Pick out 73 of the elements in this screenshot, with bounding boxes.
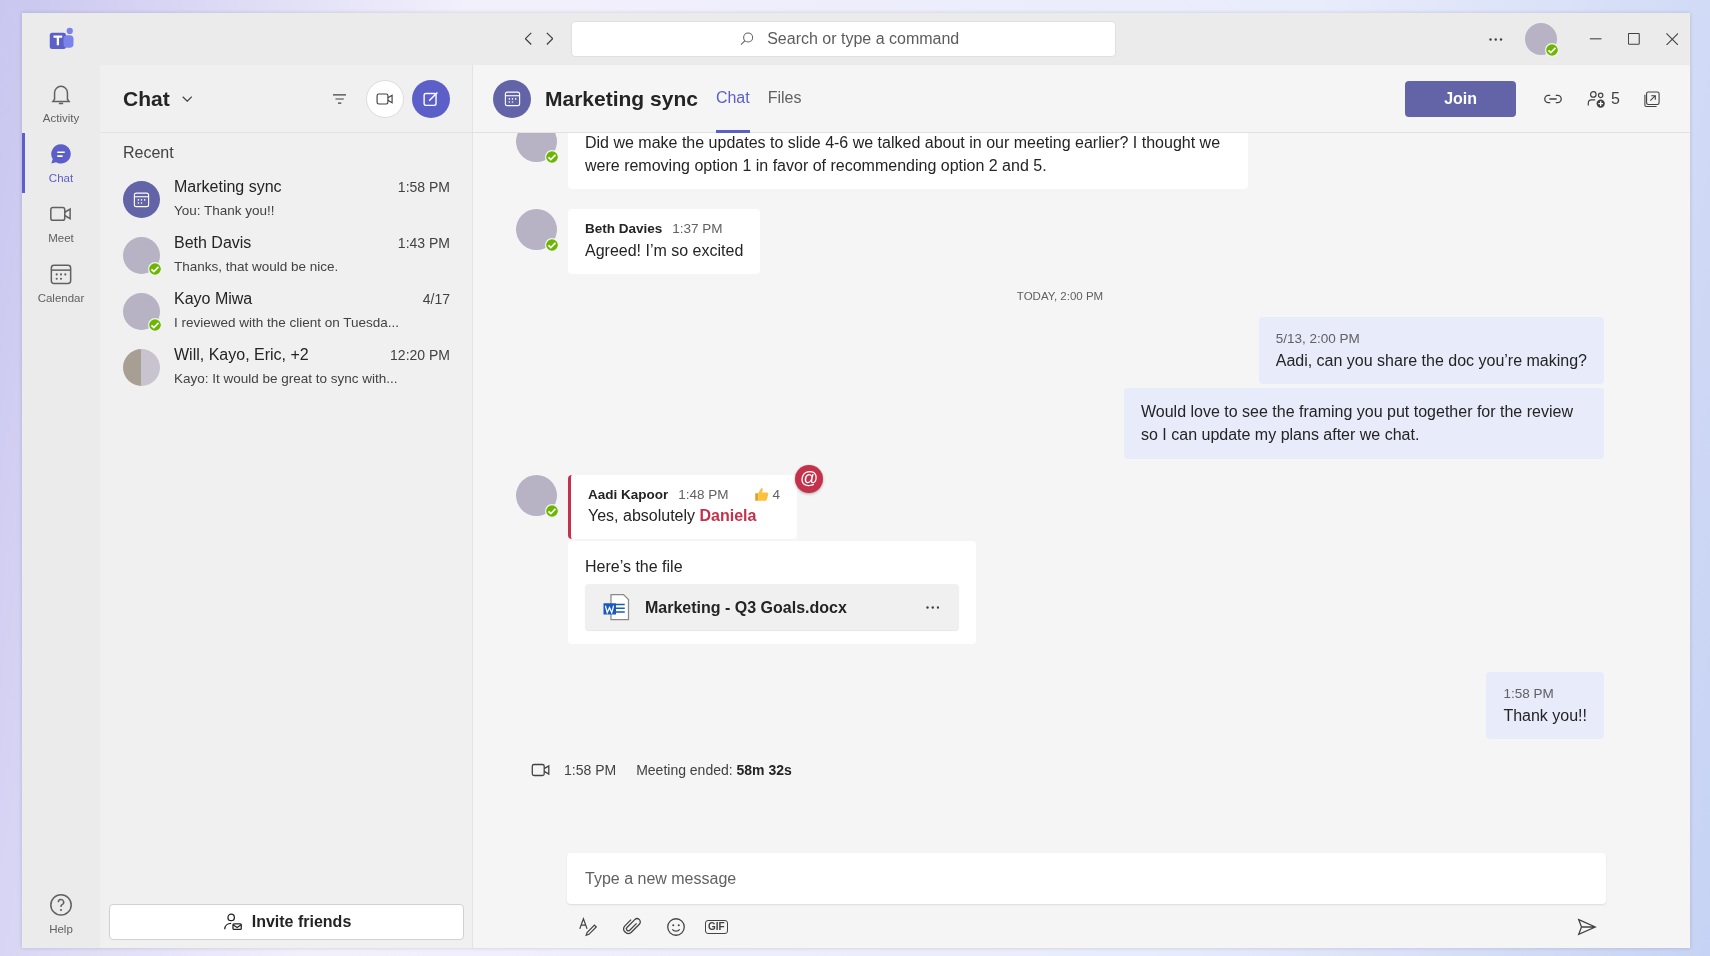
chat-list-title: Chat	[123, 85, 170, 112]
more-icon	[1489, 37, 1503, 41]
chat-preview: I reviewed with the client on Tuesda...	[174, 314, 400, 332]
chat-preview: Thanks, that would be nice.	[174, 258, 339, 276]
chat-time: 12:20 PM	[390, 345, 450, 365]
message-text: Agreed! I’m so excited	[585, 240, 744, 261]
emoji-icon	[665, 916, 687, 938]
group-avatar	[123, 348, 160, 386]
participants-button[interactable]: 5	[1582, 83, 1624, 114]
new-chat-button[interactable]	[412, 79, 450, 118]
section-label: Recent	[122, 143, 175, 163]
chat-time: 1:58 PM	[397, 177, 450, 197]
search-field[interactable]: Search or type a command	[571, 21, 1117, 57]
mention-badge: @	[795, 464, 824, 493]
invite-friends-button[interactable]: Invite friends	[109, 904, 464, 940]
author-name: Aadi Kapoor	[588, 485, 669, 504]
chat-list-item[interactable]: Beth Davis 1:43 PM Thanks, that would be nice.	[100, 227, 472, 283]
chat-name: Kayo Miwa	[174, 288, 253, 309]
message-input-field[interactable]: Type a new message	[567, 853, 1606, 904]
calendar-icon	[502, 89, 522, 108]
conversation-tab[interactable]: Files	[767, 64, 802, 133]
message-time: 1:58 PM	[1503, 685, 1555, 704]
message-text: Yes, absolutely Daniela	[588, 506, 758, 527]
meet-now-button[interactable]	[366, 79, 404, 118]
event-time: 1:58 PM	[564, 760, 617, 780]
minimize-icon	[1588, 38, 1602, 40]
file-name: Marketing - Q3 Goals.docx	[645, 597, 848, 618]
word-document-icon	[601, 592, 631, 623]
chat-time: 4/17	[422, 289, 450, 309]
chat-list-item[interactable]: Marketing sync 1:58 PM You: Thank you!!	[100, 171, 472, 227]
chat-preview: Kayo: It would be great to sync with...	[174, 370, 398, 388]
message-time: 1:37 PM	[672, 220, 723, 239]
date-divider: TODAY, 2:00 PM	[1016, 290, 1104, 303]
maximize-icon	[1627, 33, 1640, 45]
chat-list-item[interactable]: Will, Kayo, Eric, +2 12:20 PM Kayo: It would be great to sync with...	[100, 339, 472, 395]
rail-tab[interactable]: Calendar	[22, 253, 100, 313]
message-text: Would love to see the framing you put together for the review so I can update my plans after we chat.	[1141, 402, 1574, 446]
message-time: 5/13, 2:00 PM	[1275, 330, 1361, 349]
chevron-left-icon	[525, 32, 533, 46]
chat-icon	[48, 141, 74, 167]
meeting-ended-text: Meeting ended: 58m 32s	[636, 760, 792, 780]
rail-tab[interactable]: Meet	[22, 193, 100, 253]
message-time: 1:48 PM	[678, 485, 729, 504]
format-icon	[577, 916, 599, 938]
person-mail-icon	[221, 911, 244, 933]
rail-tab[interactable]: Chat	[22, 133, 100, 193]
close-icon	[1665, 32, 1678, 46]
chevron-down-icon	[181, 95, 193, 102]
send-icon	[1576, 916, 1598, 938]
conversation-title: Marketing sync	[545, 85, 698, 112]
filter-icon	[332, 93, 346, 104]
chat-preview: You: Thank you!!	[174, 202, 275, 220]
rail-tab[interactable]: Activity	[22, 73, 100, 133]
chat-name: Beth Davis	[174, 232, 252, 253]
chat-name: Will, Kayo, Eric, +2	[174, 344, 309, 365]
chat-name: Marketing sync	[174, 176, 282, 197]
message-text: Here’s the file	[585, 557, 684, 578]
chat-time: 1:43 PM	[397, 233, 450, 253]
author-name: Beth Davies	[585, 220, 663, 239]
message-text: Did we make the updates to slide 4-6 we talked about in our meeting earlier? I thought we were removing option 1 in favor of recommending option 2 and 5.	[585, 133, 1222, 177]
pop-out-icon	[1642, 88, 1662, 109]
thumbs-up-icon	[752, 485, 771, 504]
message-text: Thank you!!	[1503, 706, 1587, 726]
help-button[interactable]: Help	[22, 884, 100, 944]
chat-list-item[interactable]: Kayo Miwa 4/17 I reviewed with the client on Tuesda...	[100, 283, 472, 339]
gif-button[interactable]: GIF	[705, 920, 728, 934]
reaction-count: 4	[772, 485, 781, 504]
message-text: Aadi, can you share the doc you’re making?	[1275, 350, 1587, 371]
more-icon	[925, 605, 939, 609]
join-button[interactable]: Join	[1405, 80, 1517, 117]
file-attachment[interactable]: Marketing - Q3 Goals.docx	[585, 584, 959, 631]
help-icon	[48, 892, 74, 918]
chevron-right-icon	[546, 32, 554, 46]
